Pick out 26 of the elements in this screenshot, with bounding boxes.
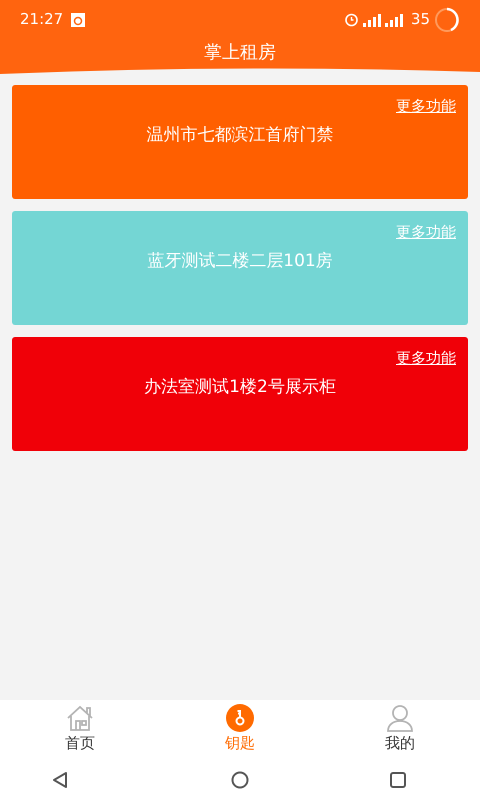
lock-name: 温州市七都滨江首府门禁: [146, 124, 334, 146]
battery-ring-icon: [434, 6, 460, 32]
nav-tab[interactable]: 首页: [0, 704, 160, 760]
lock-name: 蓝牙测试二楼二层101房: [147, 250, 333, 272]
nav-tab[interactable]: 我的: [320, 704, 480, 760]
alarm-notification-icon: [71, 12, 86, 26]
house-icon: [65, 704, 95, 732]
more-functions-link[interactable]: 更多功能: [396, 221, 456, 244]
more-functions-link[interactable]: 更多功能: [396, 347, 456, 370]
more-functions-link[interactable]: 更多功能: [396, 95, 456, 118]
signal-icon: [362, 12, 381, 26]
lock-name: 办法室测试1楼2号展示柜: [144, 376, 336, 398]
battery-level: 35: [410, 9, 430, 30]
nav-tab[interactable]: 钥匙: [160, 704, 320, 760]
home-icon[interactable]: [231, 771, 249, 789]
key-icon: [225, 704, 255, 732]
lock-card[interactable]: 更多功能 温州市七都滨江首府门禁: [12, 85, 468, 199]
lock-card[interactable]: 更多功能 蓝牙测试二楼二层101房: [12, 211, 468, 325]
signal-icon: [384, 12, 403, 26]
alarm-icon: [344, 12, 359, 27]
page-title: 掌上租房: [204, 41, 276, 65]
user-icon: [385, 704, 415, 732]
back-icon[interactable]: [52, 771, 68, 789]
lock-card[interactable]: 更多功能 办法室测试1楼2号展示柜: [12, 337, 468, 451]
recents-icon[interactable]: [390, 772, 406, 788]
status-time: 21:27: [20, 9, 64, 30]
